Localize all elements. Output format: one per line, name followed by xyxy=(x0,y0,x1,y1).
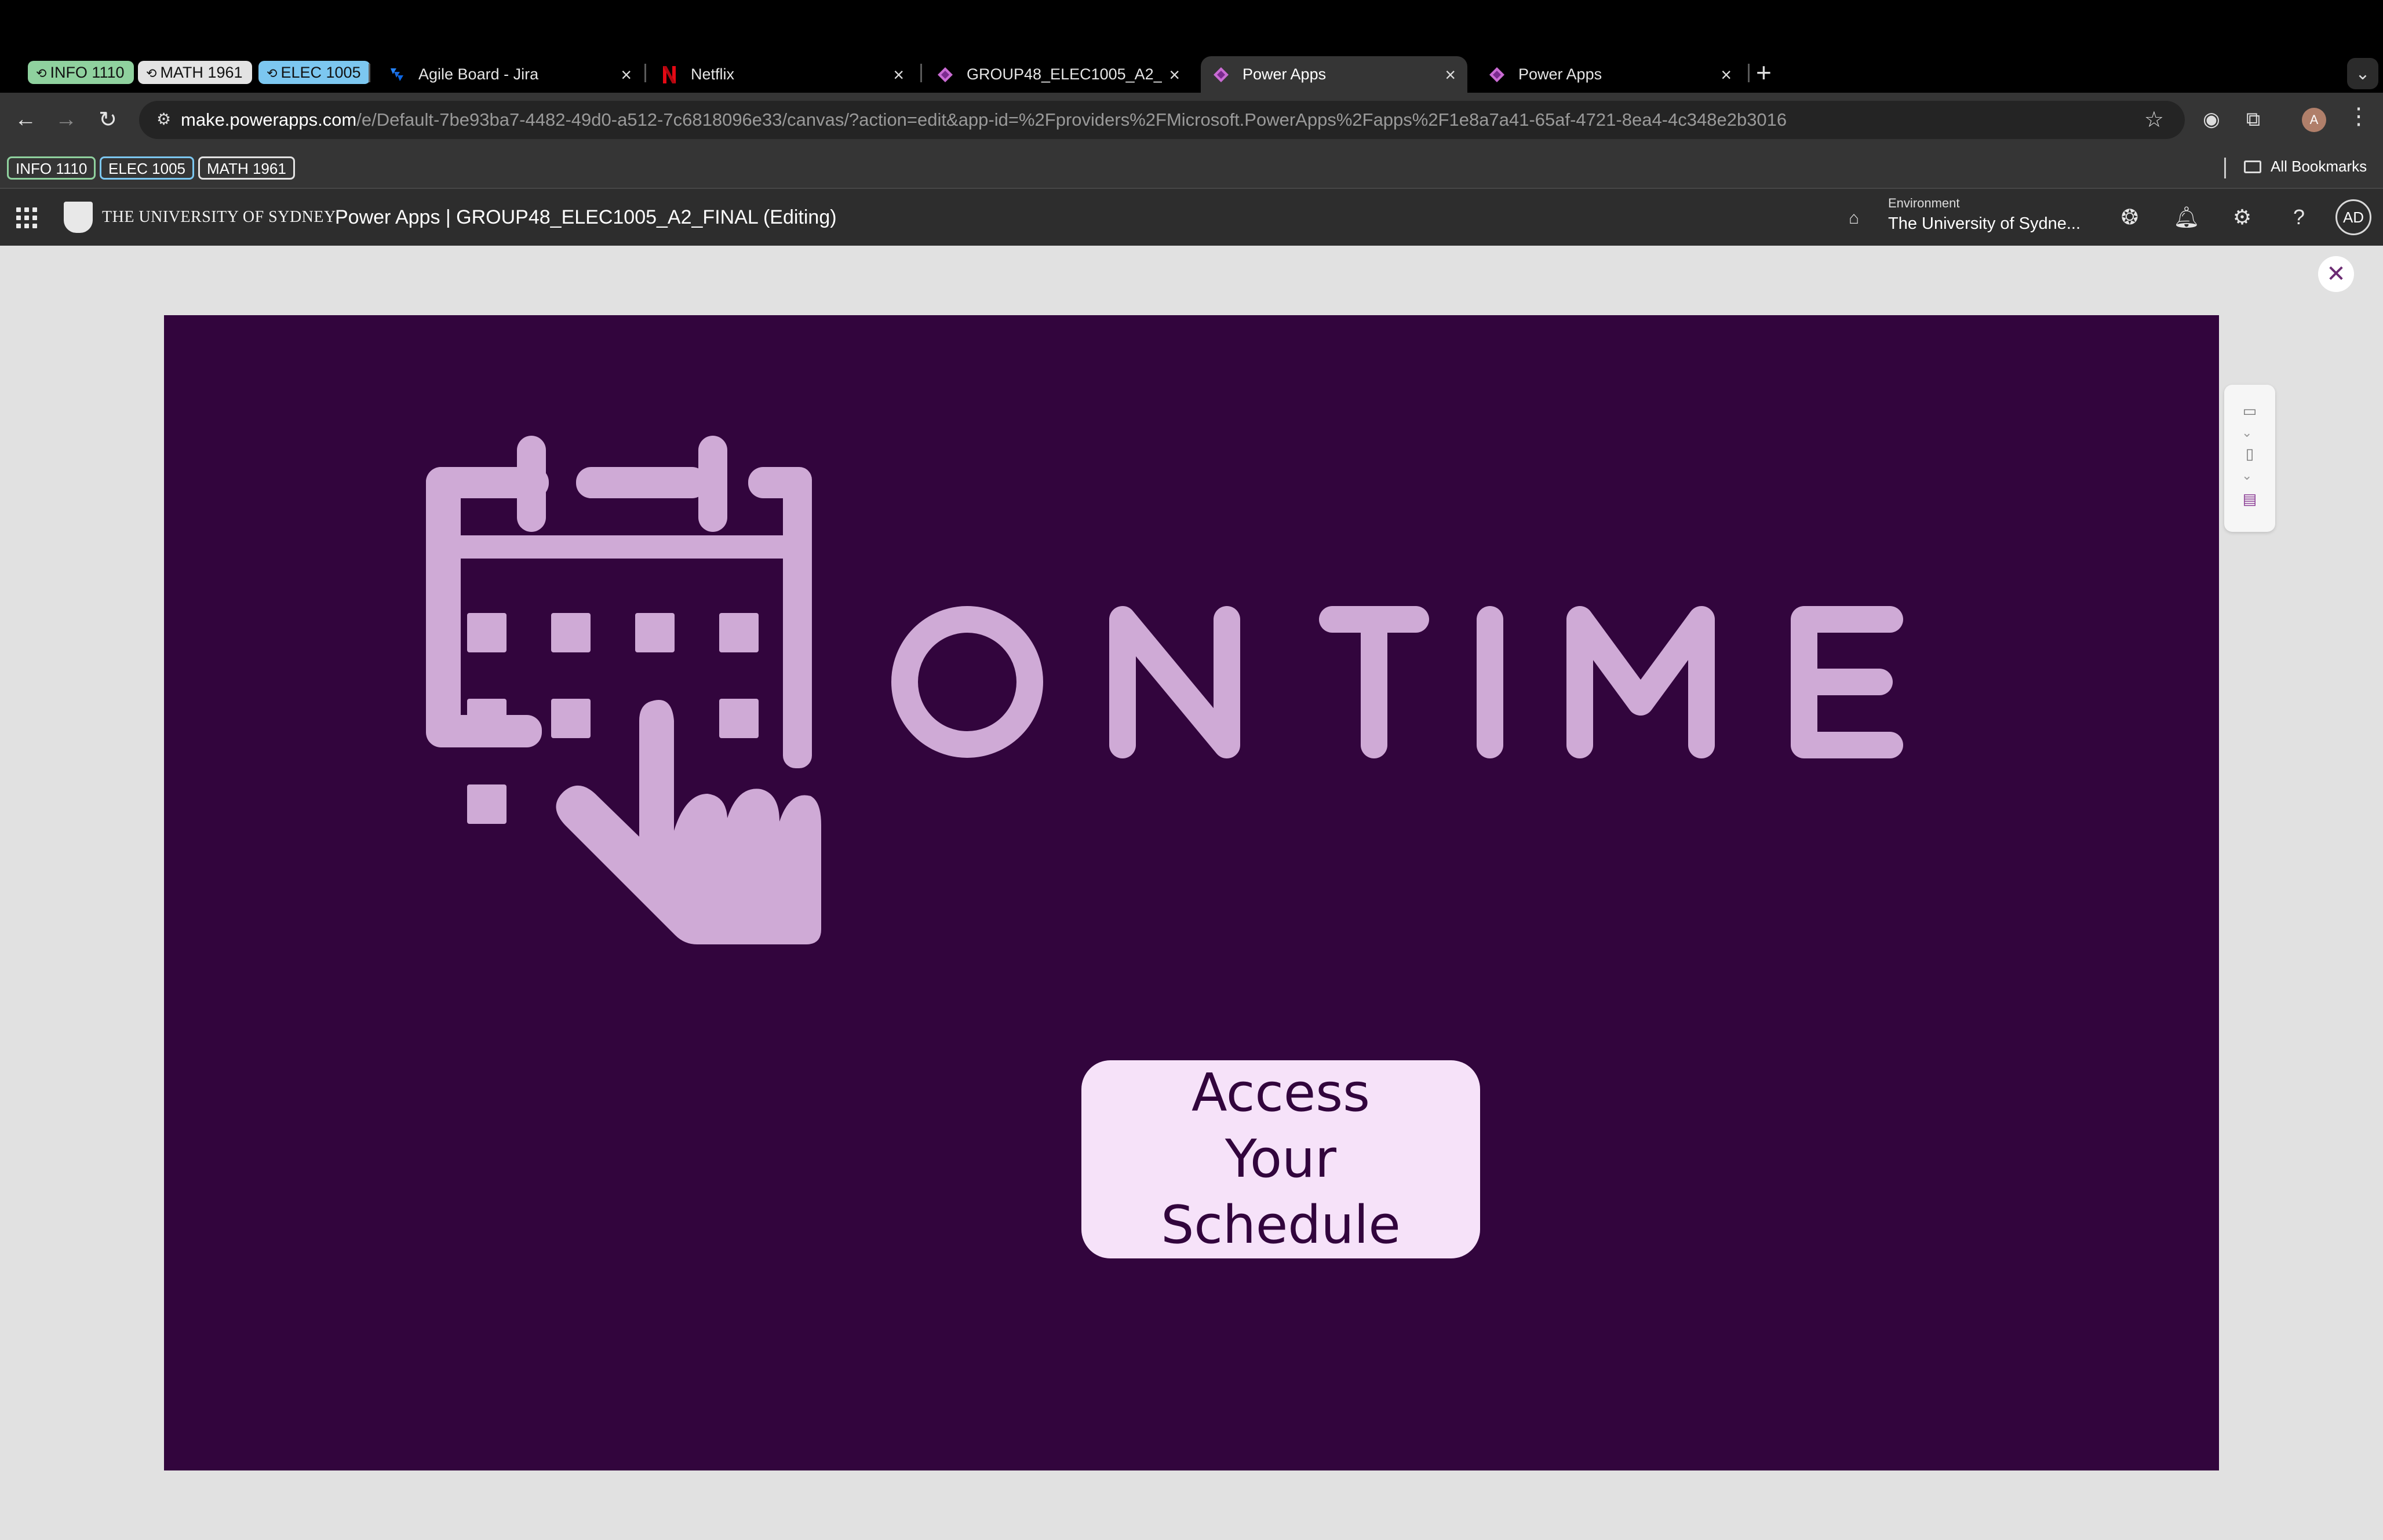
access-schedule-button[interactable]: Access Your Schedule xyxy=(1081,1060,1480,1258)
chevron-down-icon[interactable]: ⌄ xyxy=(2242,468,2252,483)
close-tab-icon[interactable]: × xyxy=(893,65,904,84)
user-avatar[interactable]: AD xyxy=(2335,199,2371,235)
close-icon: ✕ xyxy=(2326,261,2346,287)
tab-netflix[interactable]: Netflix × xyxy=(649,56,916,93)
tab-power-apps[interactable]: Power Apps × xyxy=(1477,56,1743,93)
web-preview-icon[interactable]: ▤ xyxy=(2239,490,2260,508)
crest-icon xyxy=(64,202,93,233)
ontime-wordmark xyxy=(891,606,1903,758)
bookmark-star-icon[interactable]: ☆ xyxy=(2144,107,2164,133)
reload-button[interactable]: ↻ xyxy=(93,104,123,134)
calendar-hand-icon xyxy=(426,436,821,944)
tab-group-math-1961[interactable]: ⟲ MATH 1961 xyxy=(138,61,252,84)
forward-button[interactable]: → xyxy=(51,104,81,134)
tab-search-button[interactable]: ⌄ xyxy=(2347,58,2378,89)
bookmark-group-info-1110[interactable]: INFO 1110 xyxy=(7,156,96,180)
power-apps-icon xyxy=(1212,66,1230,83)
tab-separator xyxy=(369,64,370,82)
url-text[interactable]: make.powerapps.com/e/Default-7be93ba7-44… xyxy=(181,101,1787,139)
power-apps-icon xyxy=(1488,66,1506,83)
access-schedule-label: Access Your Schedule xyxy=(1161,1063,1401,1256)
close-tab-icon[interactable]: × xyxy=(1721,65,1732,84)
tablet-preview-icon[interactable]: ▭ xyxy=(2239,402,2260,420)
copilot-icon[interactable]: ❂ xyxy=(2116,204,2143,231)
sync-icon: ⟲ xyxy=(146,66,157,81)
tab-group-elec-1005[interactable]: ⟲ ELEC 1005 xyxy=(258,61,370,84)
environment-label: Environment xyxy=(1888,196,1960,210)
sync-icon: ⟲ xyxy=(36,66,47,81)
all-bookmarks-button[interactable]: All Bookmarks xyxy=(2244,158,2367,176)
bookmarks-divider xyxy=(2224,158,2226,178)
university-logo[interactable]: THE UNIVERSITY OF SYDNEY xyxy=(64,202,336,233)
tab-group-info-1110[interactable]: ⟲ INFO 1110 xyxy=(28,61,134,84)
site-settings-icon[interactable]: ⚙ xyxy=(156,110,177,130)
bookmark-group-elec-1005[interactable]: ELEC 1005 xyxy=(100,156,194,180)
close-preview-button[interactable]: ✕ xyxy=(2318,256,2354,292)
arrow-right-icon: → xyxy=(55,107,77,132)
tab-separator xyxy=(1748,64,1750,82)
reload-icon: ↻ xyxy=(99,107,117,132)
app-screen: Access Your Schedule xyxy=(164,315,2219,1470)
chevron-down-icon[interactable]: ⌄ xyxy=(2242,425,2252,440)
tab-group48-app[interactable]: GROUP48_ELEC1005_A2_FI × xyxy=(925,56,1192,93)
environment-selector[interactable]: The University of Sydne... xyxy=(1888,214,2080,233)
bell-icon[interactable]: 🔔︎ xyxy=(2173,204,2200,231)
power-apps-icon xyxy=(937,66,954,83)
browser-tab-strip: ⟲ INFO 1110 ⟲ MATH 1961 ⟲ ELEC 1005 Agile B… xyxy=(0,0,2383,93)
close-tab-icon[interactable]: × xyxy=(621,65,632,84)
gear-icon[interactable]: ⚙ xyxy=(2229,204,2256,231)
folder-icon xyxy=(2244,160,2261,173)
arrow-left-icon: ← xyxy=(14,107,37,132)
address-bar[interactable]: ⚙ make.powerapps.com/e/Default-7be93ba7-… xyxy=(139,101,2185,139)
extensions-puzzle-icon[interactable]: ⧉ xyxy=(2239,105,2267,133)
browser-menu-icon[interactable]: ⋮ xyxy=(2347,103,2370,130)
environment-icon[interactable]: ⌂ xyxy=(1849,209,1868,228)
close-tab-icon[interactable]: × xyxy=(1445,65,1456,84)
phone-preview-icon[interactable]: ▯ xyxy=(2239,445,2260,463)
tab-jira[interactable]: Agile Board - Jira × xyxy=(377,56,643,93)
back-button[interactable]: ← xyxy=(10,104,41,134)
close-tab-icon[interactable]: × xyxy=(1169,65,1180,84)
chevron-down-icon: ⌄ xyxy=(2355,64,2370,83)
device-preview-rail: ▭ ⌄ ▯ ⌄ ▤ xyxy=(2224,385,2275,532)
bookmarks-bar: INFO 1110 ELEC 1005 MATH 1961 All Bookma… xyxy=(0,146,2383,189)
tab-separator xyxy=(644,64,646,82)
jira-icon xyxy=(388,66,406,83)
tab-separator xyxy=(920,64,922,82)
sync-icon: ⟲ xyxy=(267,66,278,81)
power-apps-header: THE UNIVERSITY OF SYDNEY Power Apps | GR… xyxy=(0,189,2383,246)
netflix-icon xyxy=(661,65,678,83)
tab-power-apps-active[interactable]: Power Apps × xyxy=(1201,56,1467,93)
profile-avatar[interactable]: A xyxy=(2302,108,2326,132)
browser-toolbar: ← → ↻ ⚙ make.powerapps.com/e/Default-7be… xyxy=(0,93,2383,146)
bookmark-group-math-1961[interactable]: MATH 1961 xyxy=(198,156,295,180)
help-icon[interactable]: ? xyxy=(2286,204,2312,231)
ontime-logo xyxy=(426,436,1903,944)
new-tab-button[interactable]: + xyxy=(1756,58,1772,87)
extension-icon[interactable]: ◉ xyxy=(2198,105,2225,133)
app-launcher-icon[interactable] xyxy=(14,205,37,228)
app-title: Power Apps | GROUP48_ELEC1005_A2_FINAL (… xyxy=(335,206,837,228)
